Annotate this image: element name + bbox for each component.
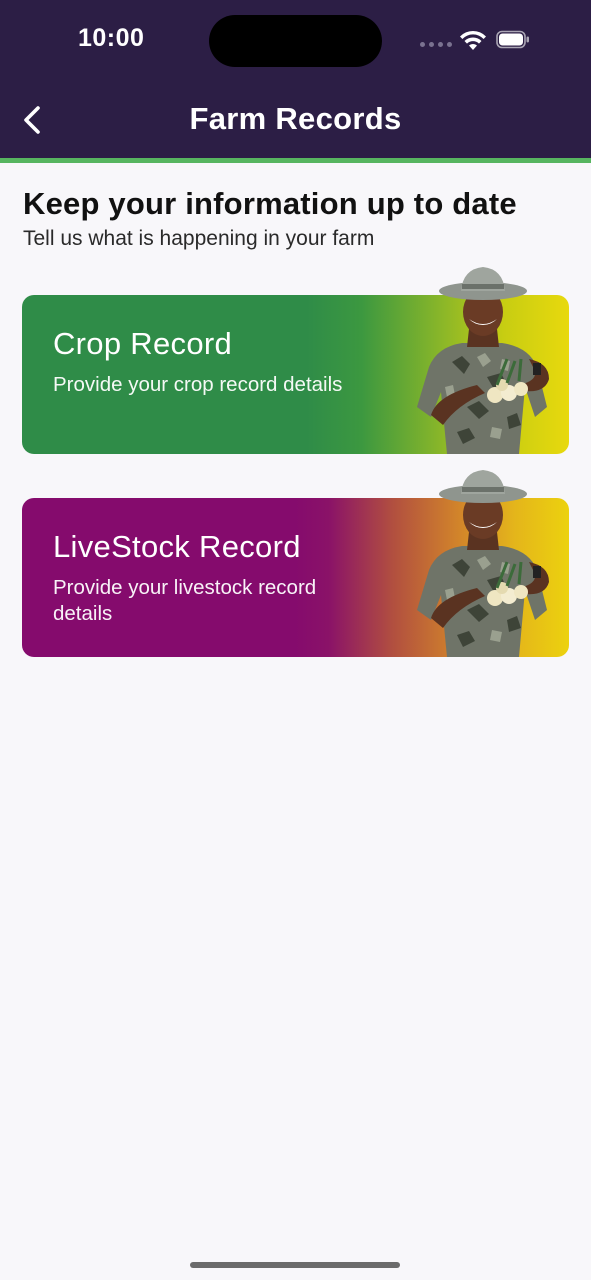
home-indicator[interactable] <box>190 1262 400 1268</box>
app-header: 10:00 Farm Records <box>0 0 591 158</box>
dynamic-island <box>209 15 382 67</box>
farmer-image <box>417 267 549 454</box>
intro-subheadline: Tell us what is happening in your farm <box>23 227 375 250</box>
cellular-signal-icon <box>420 42 452 47</box>
farm-records-screen: 10:00 Farm Records Keep your information… <box>0 0 591 1280</box>
wifi-icon <box>460 30 486 50</box>
crop-record-card[interactable]: Crop Record Provide your crop record det… <box>22 267 569 454</box>
livestock-record-title: LiveStock Record <box>53 529 301 564</box>
battery-icon <box>496 30 529 49</box>
page-title: Farm Records <box>189 101 402 136</box>
intro-headline: Keep your information up to date <box>23 186 517 221</box>
livestock-record-description: Provide your livestock record details <box>53 576 317 625</box>
farmer-image <box>417 470 549 657</box>
crop-record-title: Crop Record <box>53 326 233 361</box>
crop-record-description: Provide your crop record details <box>53 373 343 396</box>
status-time: 10:00 <box>78 24 145 52</box>
livestock-record-card[interactable]: LiveStock Record Provide your livestock … <box>22 470 569 657</box>
header-accent-line <box>0 158 591 163</box>
